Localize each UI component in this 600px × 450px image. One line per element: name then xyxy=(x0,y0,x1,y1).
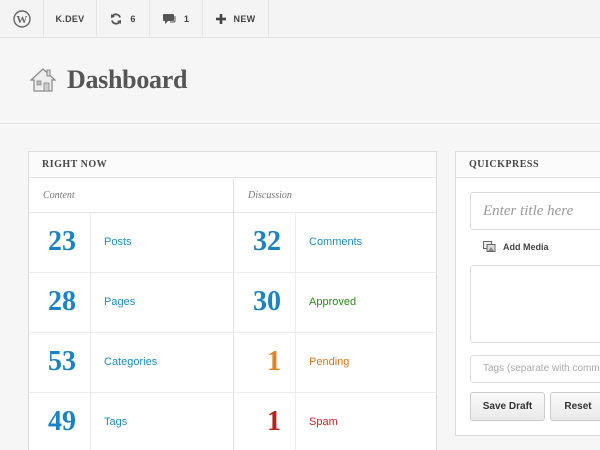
discussion-row-spam: 1 Spam xyxy=(234,393,437,450)
updates-count: 6 xyxy=(130,14,136,24)
home-icon xyxy=(30,68,56,92)
categories-count[interactable]: 53 xyxy=(48,346,76,378)
wordpress-logo-icon: W xyxy=(12,10,31,28)
posts-link[interactable]: Posts xyxy=(104,236,132,248)
categories-link[interactable]: Categories xyxy=(104,356,157,368)
spam-link[interactable]: Spam xyxy=(309,416,338,428)
new-content-button[interactable]: NEW xyxy=(203,0,269,38)
discussion-row-comments: 32 Comments xyxy=(234,213,437,273)
discussion-column-label: Discussion xyxy=(234,178,437,213)
add-media-button[interactable]: Add Media xyxy=(483,241,549,252)
wordpress-logo-button[interactable]: W xyxy=(0,0,44,38)
tags-link[interactable]: Tags xyxy=(104,416,127,428)
pending-count[interactable]: 1 xyxy=(267,346,281,378)
new-label: NEW xyxy=(233,14,256,24)
content-row-categories: 53 Categories xyxy=(29,333,233,393)
discussion-column: Discussion 32 Comments 30 Approved 1 Pen… xyxy=(233,178,437,450)
spam-count[interactable]: 1 xyxy=(267,406,281,438)
content-row-tags: 49 Tags xyxy=(29,393,233,450)
right-now-panel: RIGHT NOW Content 23 Posts 28 Pages 53 C… xyxy=(28,151,437,450)
content-column: Content 23 Posts 28 Pages 53 Categories … xyxy=(29,178,233,450)
quickpress-title: QUICKPRESS xyxy=(456,152,600,178)
approved-link[interactable]: Approved xyxy=(309,296,356,308)
approved-count[interactable]: 30 xyxy=(253,286,281,318)
svg-text:W: W xyxy=(16,14,27,26)
posts-count[interactable]: 23 xyxy=(48,226,76,258)
content-row-pages: 28 Pages xyxy=(29,273,233,333)
page-title: Dashboard xyxy=(67,65,188,94)
content-row-posts: 23 Posts xyxy=(29,213,233,273)
comment-bubble-icon xyxy=(162,14,176,24)
add-media-label: Add Media xyxy=(503,241,549,252)
media-icon xyxy=(483,241,496,252)
page-header: Dashboard xyxy=(0,38,600,124)
reset-button[interactable]: Reset xyxy=(550,392,600,421)
discussion-row-approved: 30 Approved xyxy=(234,273,437,333)
site-name-label: K.DEV xyxy=(55,14,85,24)
admin-bar-spacer xyxy=(269,0,600,38)
post-title-input[interactable]: Enter title here xyxy=(470,192,600,230)
refresh-icon xyxy=(111,13,122,25)
quickpress-panel: QUICKPRESS Enter title here Add Media Ta… xyxy=(455,151,600,436)
plus-icon xyxy=(215,14,226,24)
tags-input[interactable]: Tags (separate with commas) xyxy=(470,355,600,383)
comments-link[interactable]: Comments xyxy=(309,236,362,248)
tags-count[interactable]: 49 xyxy=(48,406,76,438)
updates-button[interactable]: 6 xyxy=(97,0,150,38)
right-now-title: RIGHT NOW xyxy=(29,152,436,178)
comments-count: 1 xyxy=(183,14,190,24)
pages-count[interactable]: 28 xyxy=(48,286,76,318)
site-name-link[interactable]: K.DEV xyxy=(44,0,97,38)
comments-button[interactable]: 1 xyxy=(150,0,203,38)
admin-bar: W K.DEV 6 1 NEW xyxy=(0,0,600,38)
discussion-row-pending: 1 Pending xyxy=(234,333,437,393)
save-draft-button[interactable]: Save Draft xyxy=(470,392,545,421)
pending-link[interactable]: Pending xyxy=(309,356,349,368)
content-column-label: Content xyxy=(29,178,233,213)
pages-link[interactable]: Pages xyxy=(104,296,135,308)
post-content-textarea[interactable] xyxy=(470,265,600,343)
comments-total-count[interactable]: 32 xyxy=(253,226,281,258)
